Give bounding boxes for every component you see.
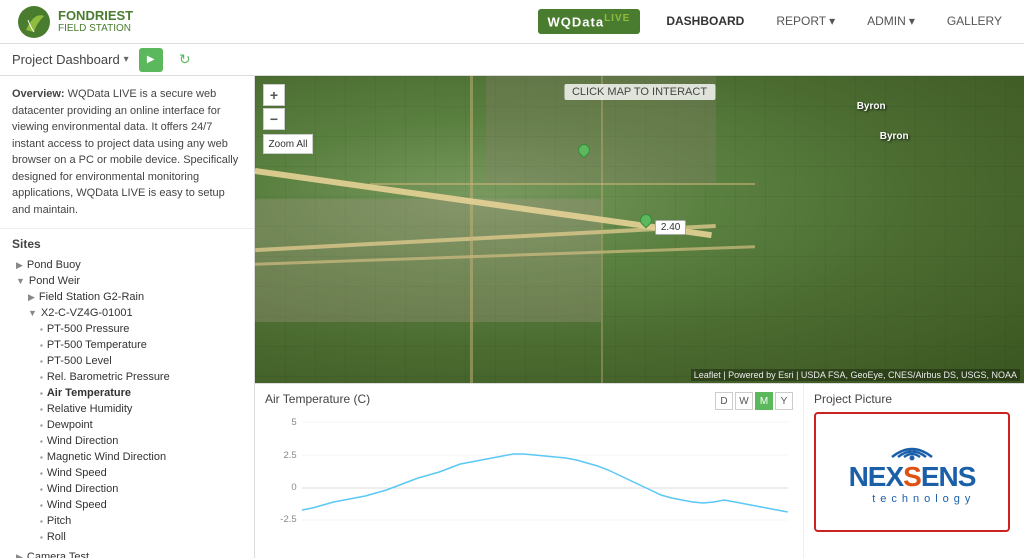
- tree-item-rel-humidity[interactable]: ▪ Relative Humidity: [12, 401, 242, 417]
- map-container[interactable]: Byron Byron + − Zoom All CLICK MAP TO IN…: [255, 76, 1024, 383]
- report-caret-icon: ▾: [829, 14, 835, 28]
- tree-item-field-station[interactable]: ▶ Field Station G2-Rain: [12, 289, 242, 305]
- tree-item-pt500-pressure[interactable]: ▪ PT-500 Pressure: [12, 321, 242, 337]
- chart-panel: Air Temperature (C) D W M Y 5 2.5 0 -2.5: [255, 384, 804, 558]
- logo-text: FONDRIEST FIELD STATION: [58, 9, 133, 34]
- play-button[interactable]: ▶: [139, 48, 163, 72]
- tree-item-pond-weir[interactable]: ▼ Pond Weir: [12, 273, 242, 289]
- tree-item-wind-dir-1[interactable]: ▪ Wind Direction: [12, 433, 242, 449]
- tree-item-pitch[interactable]: ▪ Pitch: [12, 513, 242, 529]
- sidebar: Overview: WQData LIVE is a secure web da…: [0, 76, 255, 558]
- overview-text: WQData LIVE is a secure web datacenter p…: [12, 88, 238, 216]
- zoom-out-button[interactable]: −: [263, 108, 285, 130]
- project-picture-panel: Project Picture: [804, 384, 1024, 558]
- refresh-button[interactable]: ↻: [173, 48, 197, 72]
- tree-item-roll[interactable]: ▪ Roll: [12, 529, 242, 545]
- map-attribution: Leaflet | Powered by Esri | USDA FSA, Ge…: [691, 369, 1020, 381]
- svg-text:-2.5: -2.5: [280, 514, 296, 524]
- chevron-right-icon: ▶: [16, 260, 23, 271]
- bullet-icon: ▪: [40, 341, 43, 350]
- sites-title: Sites: [12, 237, 242, 251]
- logo-area: FONDRIEST FIELD STATION: [16, 4, 133, 40]
- bullet-icon: ▪: [40, 357, 43, 366]
- temperature-chart: 5 2.5 0 -2.5: [265, 410, 793, 540]
- place-label-byron2: Byron: [880, 131, 909, 142]
- tree-item-x2c[interactable]: ▼ X2-C-VZ4G-01001: [12, 305, 242, 321]
- tree-item-pt500-level[interactable]: ▪ PT-500 Level: [12, 353, 242, 369]
- chart-area: 5 2.5 0 -2.5: [265, 410, 793, 540]
- tree-item-rel-baro[interactable]: ▪ Rel. Barometric Pressure: [12, 369, 242, 385]
- chevron-down-icon: ▼: [28, 308, 37, 318]
- nav-right: WQDataLIVE DASHBOARD REPORT ▾ ADMIN ▾ GA…: [538, 9, 1008, 33]
- bullet-icon: ▪: [40, 325, 43, 334]
- subheader: Project Dashboard ▾ ▶ ↻: [0, 44, 1024, 76]
- svg-text:2.5: 2.5: [283, 450, 296, 460]
- map-click-label[interactable]: CLICK MAP TO INTERACT: [564, 84, 715, 100]
- topbar: FONDRIEST FIELD STATION WQDataLIVE DASHB…: [0, 0, 1024, 44]
- tree-item-air-temp[interactable]: ▪ Air Temperature: [12, 385, 242, 401]
- zoom-all-button[interactable]: Zoom All: [263, 134, 313, 154]
- tree-item-pt500-temp[interactable]: ▪ PT-500 Temperature: [12, 337, 242, 353]
- nav-report[interactable]: REPORT ▾: [770, 10, 841, 32]
- nexsens-wifi-icon: [849, 439, 976, 461]
- svg-text:5: 5: [291, 417, 296, 427]
- sites-section: Sites ▶ Pond Buoy ▼ Pond Weir ▶ Field St…: [0, 229, 254, 558]
- map-controls: + − Zoom All: [263, 84, 313, 154]
- tree-item-wind-speed-1[interactable]: ▪ Wind Speed: [12, 465, 242, 481]
- bullet-icon: ▪: [40, 501, 43, 510]
- map-marker-2[interactable]: [640, 214, 654, 232]
- overview-box: Overview: WQData LIVE is a secure web da…: [0, 76, 254, 229]
- bottom-panels: Air Temperature (C) D W M Y 5 2.5 0 -2.5: [255, 383, 1024, 558]
- bullet-icon: ▪: [40, 533, 43, 542]
- bullet-icon: ▪: [40, 421, 43, 430]
- map-popup: 2.40: [655, 220, 686, 235]
- tree-item-pond-buoy[interactable]: ▶ Pond Buoy: [12, 257, 242, 273]
- chevron-right-icon: ▶: [28, 292, 35, 303]
- overview-label: Overview:: [12, 88, 65, 100]
- admin-caret-icon: ▾: [909, 14, 915, 28]
- chart-controls: D W M Y: [715, 392, 793, 410]
- chart-btn-w[interactable]: W: [735, 392, 753, 410]
- tree-item-wind-speed-2[interactable]: ▪ Wind Speed: [12, 497, 242, 513]
- bullet-icon: ▪: [40, 405, 43, 414]
- chart-title: Air Temperature (C): [265, 392, 793, 406]
- bullet-icon: ▪: [40, 469, 43, 478]
- tree-item-mag-wind-dir[interactable]: ▪ Magnetic Wind Direction: [12, 449, 242, 465]
- nexsens-name: NEXSENS: [849, 463, 976, 491]
- bullet-icon: ▪: [40, 373, 43, 382]
- project-picture-title: Project Picture: [814, 392, 1014, 406]
- nexsens-logo-box: NEXSENS technology: [814, 412, 1010, 532]
- bullet-icon: ▪: [40, 485, 43, 494]
- chart-btn-d[interactable]: D: [715, 392, 733, 410]
- nexsens-sub: technology: [849, 493, 976, 505]
- map-marker-1[interactable]: [578, 144, 592, 162]
- nav-dashboard[interactable]: DASHBOARD: [660, 10, 750, 32]
- tree-item-dewpoint[interactable]: ▪ Dewpoint: [12, 417, 242, 433]
- place-label-byron: Byron: [857, 101, 886, 112]
- right-area: Byron Byron + − Zoom All CLICK MAP TO IN…: [255, 76, 1024, 558]
- zoom-in-button[interactable]: +: [263, 84, 285, 106]
- logo-icon: [16, 4, 52, 40]
- chart-btn-y[interactable]: Y: [775, 392, 793, 410]
- nav-admin[interactable]: ADMIN ▾: [861, 10, 921, 32]
- bullet-icon: ▪: [40, 437, 43, 446]
- wqdata-badge: WQDataLIVE: [538, 9, 641, 33]
- chevron-down-icon: ▼: [16, 276, 25, 286]
- nexsens-logo: NEXSENS technology: [849, 439, 976, 505]
- chevron-right-icon: ▶: [16, 552, 23, 558]
- project-title[interactable]: Project Dashboard ▾: [12, 52, 129, 67]
- project-title-caret-icon: ▾: [124, 54, 129, 65]
- tree-item-camera-test[interactable]: ▶ Camera Test: [12, 549, 242, 558]
- tree-item-wind-dir-2[interactable]: ▪ Wind Direction: [12, 481, 242, 497]
- svg-text:0: 0: [291, 482, 296, 492]
- bullet-icon: ▪: [40, 517, 43, 526]
- chart-btn-m[interactable]: M: [755, 392, 773, 410]
- bullet-icon: ▪: [40, 389, 43, 398]
- nav-gallery[interactable]: GALLERY: [941, 10, 1008, 32]
- bullet-icon: ▪: [40, 453, 43, 462]
- main-layout: Overview: WQData LIVE is a secure web da…: [0, 76, 1024, 558]
